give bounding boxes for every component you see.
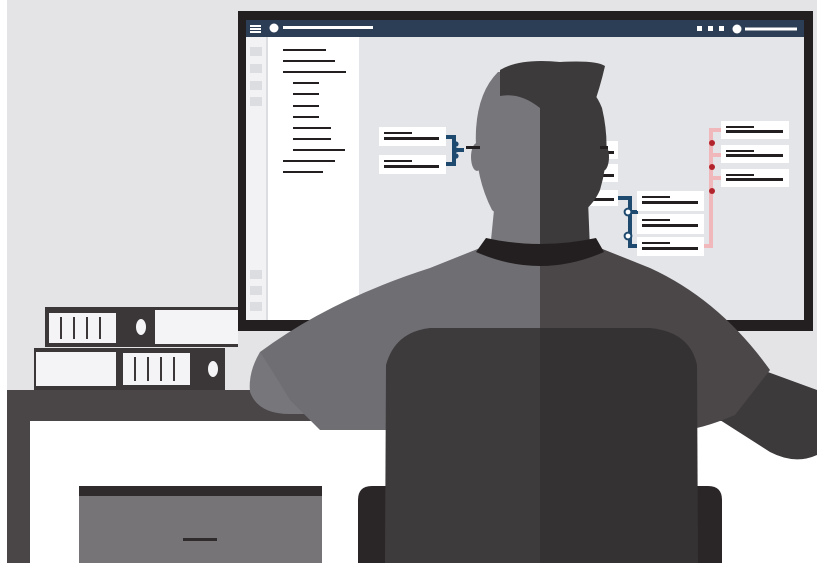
connector-node [623, 207, 633, 217]
connector-node [709, 188, 715, 194]
app-dot-icon [269, 23, 279, 33]
rail-divider [266, 37, 268, 320]
window-square-icon[interactable] [719, 26, 724, 31]
tree-item[interactable] [293, 82, 319, 84]
connector-node [709, 140, 715, 146]
hamburger-icon[interactable] [250, 25, 261, 33]
sidebar-panel [268, 37, 359, 320]
rail-icon[interactable] [250, 81, 262, 90]
tree-item[interactable] [283, 171, 323, 173]
tree-item[interactable] [283, 71, 346, 73]
glasses [600, 146, 608, 149]
account-bar-placeholder [745, 27, 797, 31]
node-card[interactable] [379, 155, 446, 174]
rail-icon[interactable] [250, 286, 262, 295]
tree-item[interactable] [293, 149, 345, 151]
node-card[interactable] [721, 169, 789, 187]
rail-icon[interactable] [250, 270, 262, 279]
node-card[interactable] [637, 214, 704, 234]
binder-stack [34, 307, 238, 390]
tree-item[interactable] [283, 60, 335, 62]
binder [45, 307, 238, 347]
chair-back [385, 328, 540, 563]
drawer-handle[interactable] [183, 538, 217, 541]
node-card[interactable] [721, 121, 789, 139]
rail-icon[interactable] [250, 64, 262, 73]
connector-node [623, 231, 633, 241]
chair-back [540, 328, 698, 563]
app-title-bar-placeholder [283, 26, 373, 29]
window-square-icon[interactable] [697, 26, 702, 31]
drawer-top [79, 486, 322, 496]
tree-item[interactable] [293, 138, 331, 140]
account-dot-icon[interactable] [732, 24, 742, 34]
tree-item[interactable] [293, 127, 331, 129]
node-card[interactable] [637, 191, 704, 211]
tree-item[interactable] [283, 160, 335, 162]
tree-item[interactable] [293, 116, 319, 118]
window-square-icon[interactable] [708, 26, 713, 31]
tree-item[interactable] [293, 93, 319, 95]
glasses [466, 146, 480, 149]
binder [34, 348, 225, 390]
rail-icon[interactable] [250, 47, 262, 56]
node-card[interactable] [379, 127, 446, 146]
rail-icon[interactable] [250, 302, 262, 311]
tree-item[interactable] [283, 49, 326, 51]
tree-item[interactable] [293, 105, 319, 107]
desk-leg [7, 421, 30, 563]
rail-icon[interactable] [250, 97, 262, 106]
node-card[interactable] [637, 237, 704, 256]
office-scene [7, 0, 817, 563]
drawer [79, 496, 322, 563]
connector-node [709, 164, 715, 170]
node-card[interactable] [721, 145, 789, 163]
